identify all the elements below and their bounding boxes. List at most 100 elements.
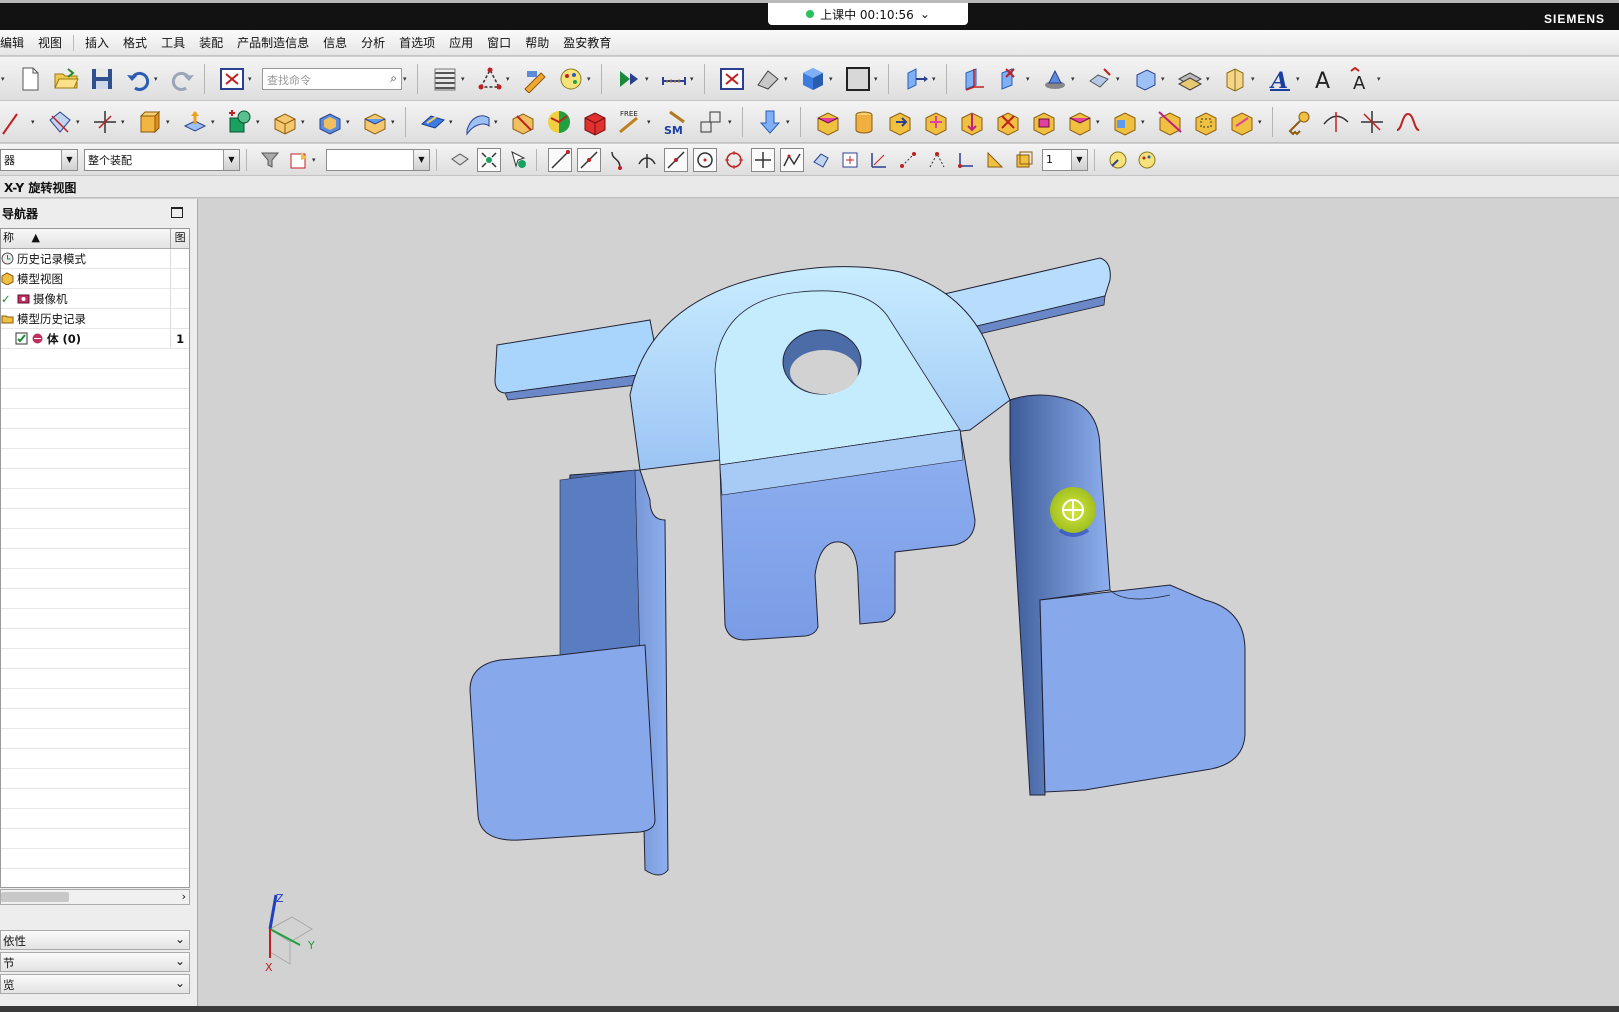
tree-row[interactable]: 模型视图 bbox=[1, 269, 189, 289]
menu-help[interactable]: 帮助 bbox=[518, 34, 556, 51]
unite-icon[interactable] bbox=[225, 107, 255, 137]
key-icon[interactable] bbox=[1285, 107, 1315, 137]
snap-arc-center-icon[interactable] bbox=[693, 147, 717, 172]
menu-view[interactable]: 视图 bbox=[31, 34, 69, 51]
chevron-down-icon[interactable]: ▾ bbox=[1161, 75, 1169, 83]
chevron-down-icon[interactable]: ▾ bbox=[449, 118, 457, 126]
chevron-down-icon[interactable]: ▾ bbox=[391, 118, 399, 126]
layer-select[interactable]: 1 ▼ bbox=[1042, 148, 1088, 171]
tree-row[interactable]: 体 (0) 1 bbox=[1, 329, 189, 349]
snap-quadrant-icon[interactable] bbox=[722, 148, 746, 172]
menu-insert[interactable]: 插入 bbox=[78, 34, 116, 51]
chevron-down-icon[interactable]: ▾ bbox=[728, 118, 736, 126]
offset-region-icon[interactable] bbox=[921, 107, 951, 137]
navigator-tree[interactable]: 称 ▲ 图 历史记录模式 模型视图 ✓ 摄像机 模型历史记录 体 (0) 1 bbox=[0, 228, 190, 888]
redo-icon[interactable] bbox=[168, 64, 198, 94]
spline-icon[interactable] bbox=[1393, 107, 1423, 137]
background-icon[interactable] bbox=[843, 64, 873, 94]
snap-control-point-icon[interactable] bbox=[606, 148, 630, 172]
undo-icon[interactable] bbox=[123, 64, 153, 94]
annotation-icon[interactable]: A bbox=[1310, 64, 1340, 94]
name-column-header[interactable]: 称 ▲ bbox=[1, 229, 172, 248]
select-play-icon[interactable] bbox=[614, 64, 644, 94]
scope-select[interactable]: 整个装配 ▼ bbox=[84, 148, 240, 171]
snap-endpoint-icon[interactable] bbox=[548, 147, 572, 172]
chevron-down-icon[interactable]: ▾ bbox=[256, 118, 264, 126]
menu-yingan-education[interactable]: 盈安教育 bbox=[556, 34, 618, 51]
snap-polyline-icon[interactable] bbox=[780, 147, 804, 172]
chevron-down-icon[interactable]: ▾ bbox=[784, 75, 792, 83]
menu-edit[interactable]: 编辑 bbox=[0, 34, 31, 51]
filter-icon[interactable] bbox=[258, 148, 282, 172]
chevron-down-icon[interactable]: ▾ bbox=[1096, 118, 1104, 126]
trim-curve-icon[interactable] bbox=[1321, 107, 1351, 137]
detail-feature-icon[interactable] bbox=[1227, 107, 1257, 137]
chevron-down-icon[interactable]: ▾ bbox=[1377, 75, 1385, 83]
class-status-pill[interactable]: 上课中 00:10:56 ⌄ bbox=[768, 3, 968, 25]
datum-plane-icon[interactable] bbox=[995, 64, 1025, 94]
chevron-down-icon[interactable]: ▾ bbox=[1071, 75, 1079, 83]
part-container-icon[interactable] bbox=[1220, 64, 1250, 94]
text-size-icon[interactable]: A bbox=[1346, 64, 1376, 94]
menu-analysis[interactable]: 分析 bbox=[354, 34, 392, 51]
snap-pole-icon[interactable] bbox=[896, 148, 920, 172]
horizontal-scrollbar[interactable]: › bbox=[0, 889, 190, 905]
tree-row[interactable]: 模型历史记录 bbox=[1, 309, 189, 329]
mirror-face-icon[interactable] bbox=[1191, 107, 1221, 137]
tree-row[interactable]: ✓ 摄像机 bbox=[1, 289, 189, 309]
chevron-right-icon[interactable]: › bbox=[182, 890, 186, 903]
selection-filter-icon[interactable] bbox=[287, 148, 311, 172]
plane-icon[interactable] bbox=[45, 107, 75, 137]
color-sphere-icon[interactable] bbox=[544, 107, 574, 137]
datum-csys-icon[interactable] bbox=[959, 64, 989, 94]
line-icon[interactable] bbox=[0, 107, 30, 137]
snap-face-icon[interactable] bbox=[809, 148, 833, 172]
group-face-icon[interactable] bbox=[1110, 107, 1140, 137]
extract-geometry-icon[interactable] bbox=[1040, 64, 1070, 94]
menu-preferences[interactable]: 首选项 bbox=[392, 34, 442, 51]
fit-view-icon[interactable] bbox=[217, 64, 247, 94]
measure-distance-icon[interactable] bbox=[659, 64, 689, 94]
chevron-down-icon[interactable]: ▾ bbox=[154, 75, 162, 83]
chevron-down-icon[interactable]: ▾ bbox=[932, 75, 940, 83]
new-file-icon[interactable] bbox=[15, 64, 45, 94]
surface-icon[interactable] bbox=[418, 107, 448, 137]
block-icon[interactable] bbox=[1130, 64, 1160, 94]
wave-link-icon[interactable] bbox=[1085, 64, 1115, 94]
layer-move-icon[interactable] bbox=[1175, 64, 1205, 94]
chevron-down-icon[interactable]: ▾ bbox=[31, 118, 39, 126]
open-folder-icon[interactable] bbox=[51, 64, 81, 94]
chevron-down-icon[interactable]: ▾ bbox=[166, 118, 174, 126]
layer-ruler-icon[interactable] bbox=[983, 148, 1007, 172]
details-panel[interactable]: 节 ⌄ bbox=[0, 952, 190, 972]
intersect-curve-icon[interactable] bbox=[1357, 107, 1387, 137]
menu-assembly[interactable]: 装配 bbox=[192, 34, 230, 51]
maximize-icon[interactable] bbox=[171, 207, 183, 218]
chevron-down-icon[interactable]: ▾ bbox=[301, 118, 309, 126]
flag-column-header[interactable]: 图 bbox=[171, 229, 189, 248]
display-edit-icon[interactable] bbox=[556, 64, 586, 94]
checkbox-icon[interactable] bbox=[15, 332, 28, 345]
chevron-down-icon[interactable]: ▾ bbox=[690, 75, 698, 83]
sync-move-face-icon[interactable] bbox=[813, 107, 843, 137]
boss-icon[interactable] bbox=[180, 107, 210, 137]
chevron-down-icon[interactable]: ▾ bbox=[1, 75, 9, 83]
through-curves-icon[interactable] bbox=[463, 107, 493, 137]
menu-tools[interactable]: 工具 bbox=[154, 34, 192, 51]
tree-row[interactable]: 历史记录模式 bbox=[1, 249, 189, 269]
chevron-down-icon[interactable]: ▾ bbox=[121, 118, 129, 126]
delete-face-icon[interactable] bbox=[993, 107, 1023, 137]
red-box-icon[interactable] bbox=[580, 107, 610, 137]
chevron-down-icon[interactable]: ▾ bbox=[1116, 75, 1124, 83]
graphics-viewport[interactable]: Z Y X bbox=[199, 199, 1619, 1006]
section-view-icon[interactable] bbox=[753, 64, 783, 94]
snap-select[interactable]: ▼ bbox=[326, 148, 430, 171]
select-multi-icon[interactable] bbox=[477, 147, 501, 172]
work-layer-icon[interactable] bbox=[1012, 148, 1036, 172]
menu-pmi[interactable]: 产品制造信息 bbox=[230, 34, 316, 51]
pattern-face-icon[interactable] bbox=[1155, 107, 1185, 137]
chevron-down-icon[interactable]: ▾ bbox=[1258, 118, 1266, 126]
chevron-down-icon[interactable]: ▾ bbox=[248, 75, 256, 83]
freeform-icon[interactable]: FREE bbox=[616, 107, 646, 137]
edit-object-icon[interactable] bbox=[520, 64, 550, 94]
